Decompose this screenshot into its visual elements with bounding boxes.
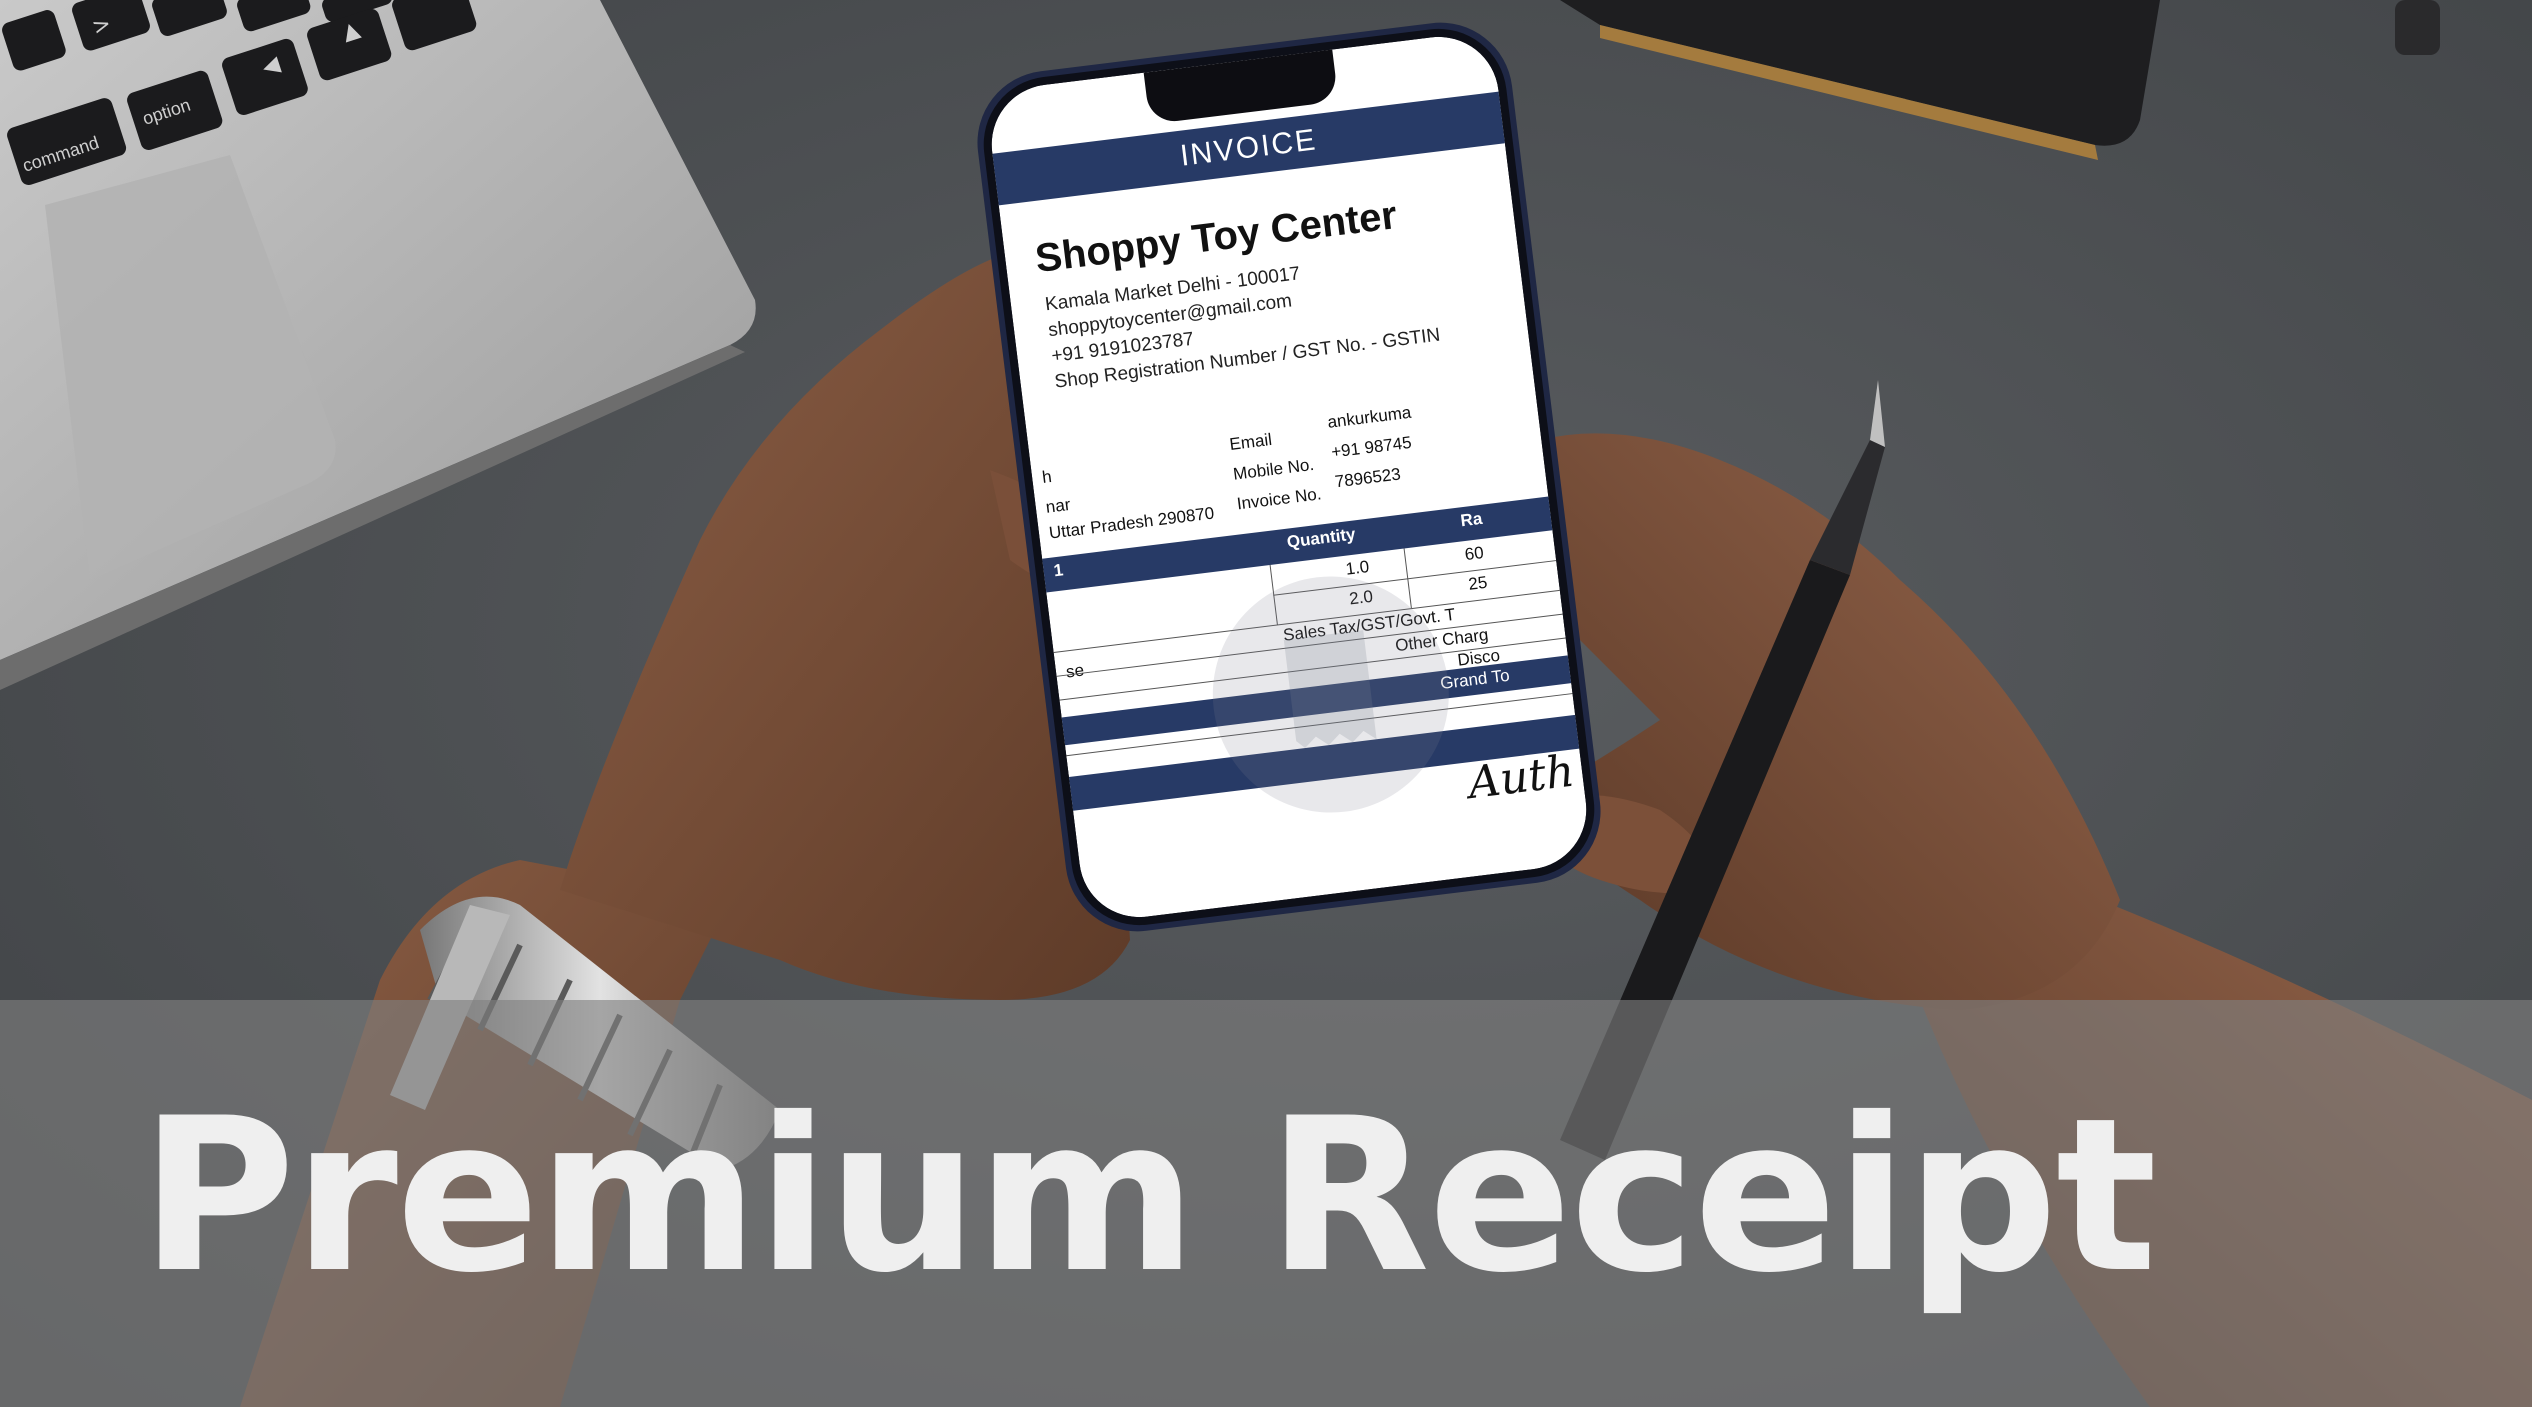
shop-name: Shoppy Toy Center <box>1032 193 1400 282</box>
summary-left: se <box>1064 660 1086 682</box>
mobile-label: Mobile No. <box>1232 454 1316 484</box>
receipt-watermark-icon <box>1212 576 1449 813</box>
customer-line: nar <box>1044 494 1072 517</box>
banner-title: Premium Receipt <box>140 1072 2157 1319</box>
email-value: ankurkuma <box>1326 402 1413 432</box>
email-label: Email <box>1228 429 1273 454</box>
phone-screen: INVOICE Shoppy Toy Center Kamala Market … <box>984 30 1594 924</box>
row-rate: 60 <box>1463 542 1485 565</box>
invoice-no-value: 7896523 <box>1333 464 1402 492</box>
customer-line: Uttar Pradesh 290870 <box>1047 503 1216 543</box>
rate-header: Ra <box>1459 508 1484 531</box>
customer-line: h <box>1041 466 1053 488</box>
invoice-no-label: Invoice No. <box>1235 484 1323 514</box>
mobile-value: +91 98745 <box>1330 432 1413 462</box>
row-rate: 25 <box>1467 572 1489 594</box>
